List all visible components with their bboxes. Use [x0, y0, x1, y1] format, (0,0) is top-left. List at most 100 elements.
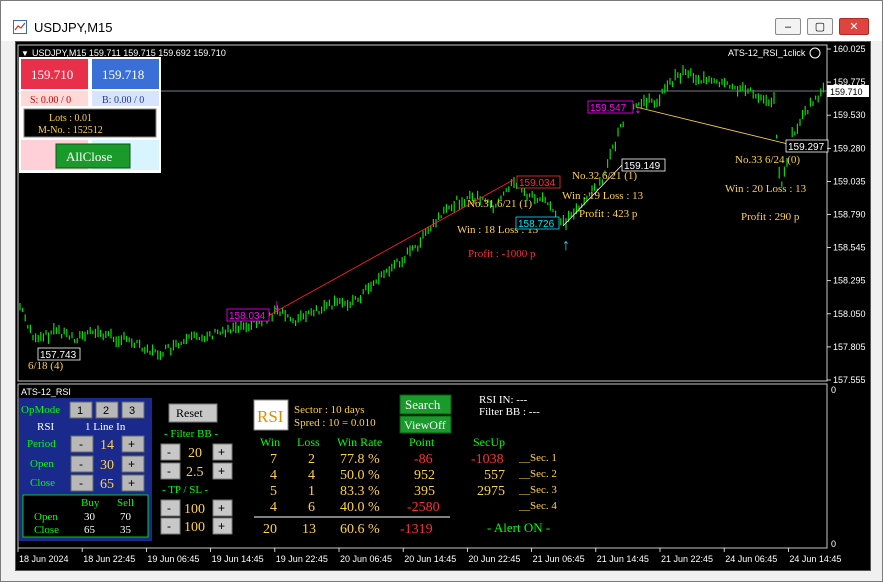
minimize-button[interactable]: –: [775, 18, 801, 35]
subwindow-title: ATS-12_RSI: [21, 387, 71, 397]
viewoff-label: ViewOff: [404, 418, 446, 432]
period-label: Period: [27, 438, 56, 450]
price-tick: 158.790: [833, 210, 866, 220]
buy-arrow-icon: ↑: [562, 237, 570, 254]
opmode-2-label: 2: [103, 405, 109, 417]
window-title: USDJPY,M15: [34, 20, 113, 35]
row3-win: 5: [270, 484, 277, 499]
rsi-label: RSI: [37, 421, 54, 433]
lots-info: Lots : 0.01: [49, 113, 92, 124]
trade-profit-33: Profit : 290 p: [741, 211, 800, 223]
stats-row: 4 4 50.0 % 952 557 __Sec. 2: [270, 468, 557, 483]
chart-header: USDJPY,M15 159.711 159.715 159.692 159.7…: [32, 48, 226, 58]
stats-row: 7 2 77.8 % -86 -1038 __Sec. 1: [270, 452, 557, 467]
filter-bb-status: Filter BB : ---: [479, 406, 540, 418]
close-plus-label: +: [128, 476, 135, 490]
price-tick: 157.805: [833, 342, 866, 352]
maximize-button[interactable]: ▢: [807, 18, 833, 35]
bb-dev-value: 2.5: [186, 465, 204, 480]
bb-dev-plus-label: +: [218, 464, 225, 478]
time-tick: 20 Jun 14:45: [404, 554, 456, 564]
time-tick: 18 Jun 2024: [19, 554, 69, 564]
filter-bb-title: - Filter BB -: [164, 428, 218, 440]
price-tick: 159.280: [833, 143, 866, 153]
tp-value: 100: [184, 502, 205, 517]
bb-period-minus-label: -: [167, 445, 171, 459]
row4-sec: __Sec. 4: [518, 500, 557, 512]
sub-axis-bottom: 0: [831, 539, 836, 549]
row2-sec: __Sec. 2: [518, 468, 557, 480]
row4-point: -2580: [407, 500, 440, 515]
price-tick: 158.050: [833, 309, 866, 319]
price-tick: 159.035: [833, 176, 866, 186]
time-tick: 21 Jun 14:45: [597, 554, 649, 564]
allclose-label: AllClose: [66, 149, 112, 164]
rsi-logo-text: RSI: [257, 407, 284, 426]
open-buy-value: 30: [84, 511, 96, 523]
bb-period-plus-label: +: [218, 445, 225, 459]
expert-name: ATS-12_RSI_1click: [728, 48, 806, 58]
header-loss: Loss: [297, 435, 320, 449]
close-buy-value: 65: [84, 524, 96, 536]
sell-price: 159.710: [31, 67, 73, 82]
header-winrate: Win Rate: [337, 435, 382, 449]
header-win: Win: [260, 435, 280, 449]
close-minus-label: -: [79, 476, 83, 490]
alert-status[interactable]: - Alert ON -: [487, 520, 550, 535]
stats-row: 4 6 40.0 % -2580 __Sec. 4: [270, 500, 557, 515]
header-secup: SecUp: [473, 435, 505, 449]
tp-minus-label: -: [167, 501, 171, 515]
time-tick: 18 Jun 22:45: [83, 554, 135, 564]
time-tick: 24 Jun 14:45: [789, 554, 841, 564]
tpsl-title: - TP / SL -: [162, 484, 208, 496]
row2-point: 952: [414, 468, 435, 483]
price-label-159034: 159.034: [519, 178, 556, 189]
opmode-label: OpMode: [21, 404, 60, 416]
price-label-159547: 159.547: [590, 103, 627, 114]
row1-point: -86: [414, 452, 433, 467]
row2-secup: 557: [484, 468, 505, 483]
total-rate: 60.6 %: [340, 522, 380, 537]
price-label-158034: 158.034: [229, 311, 266, 322]
row4-rate: 40.0 %: [340, 500, 380, 515]
sell-header: Sell: [117, 497, 134, 509]
chart-area[interactable]: ▼ USDJPY,M15 159.711 159.715 159.692 159…: [15, 41, 871, 571]
title-bar: USDJPY,M15 – ▢ ✕: [1, 1, 882, 41]
trade-line-33: [635, 106, 797, 147]
buy-price: 159.718: [102, 67, 144, 82]
price-label-158726: 158.726: [518, 219, 555, 230]
settings-panel: OpMode 1 2 3 RSI 1 Line In Period - 14 +…: [19, 398, 152, 541]
sl-value: 100: [184, 520, 205, 535]
close-value: 65: [100, 477, 114, 492]
price-label-159297: 159.297: [788, 142, 825, 153]
trade-no32: No.32 6/21 (1): [572, 170, 637, 182]
price-tick: 160.025: [833, 44, 866, 54]
row3-secup: 2975: [477, 484, 505, 499]
terminal-window: USDJPY,M15 – ▢ ✕ ▼ USDJPY,M15 159.711 15…: [0, 0, 883, 582]
tp-plus-label: +: [218, 501, 225, 515]
rsi-in-status: RSI IN: ---: [479, 394, 528, 406]
time-tick: 20 Jun 06:45: [340, 554, 392, 564]
period-value: 14: [100, 438, 114, 453]
current-price-tag: 159.710: [830, 87, 863, 97]
magic-number: M-No. : 152512: [38, 125, 103, 136]
row1-sec: __Sec. 1: [518, 452, 557, 464]
rsi-line-value: 1 Line In: [85, 421, 126, 433]
trade-date-label: 6/18 (4): [28, 360, 63, 372]
close-button[interactable]: ✕: [839, 18, 869, 35]
time-tick: 21 Jun 06:45: [533, 554, 585, 564]
sell-arrow-icon-2: ↓: [634, 100, 642, 117]
close-sell-value: 35: [120, 524, 132, 536]
row2-win: 4: [270, 468, 277, 483]
row3-sec: __Sec. 3: [518, 484, 557, 496]
header-point: Point: [409, 435, 435, 449]
time-axis: 18 Jun 2024 18 Jun 22:45 19 Jun 06:45 19 Ju…: [17, 548, 841, 564]
chart-canvas: ▼ USDJPY,M15 159.711 159.715 159.692 159…: [17, 44, 869, 564]
trade-winloss-33: Win : 20 Loss : 13: [725, 183, 807, 195]
trade-profit-31: Profit : -1000 p: [468, 248, 536, 260]
row2-loss: 4: [308, 468, 315, 483]
row1-secup: -1038: [471, 452, 504, 467]
total-point: -1319: [400, 522, 433, 537]
time-tick: 19 Jun 22:45: [276, 554, 328, 564]
row4-win: 4: [270, 500, 277, 515]
